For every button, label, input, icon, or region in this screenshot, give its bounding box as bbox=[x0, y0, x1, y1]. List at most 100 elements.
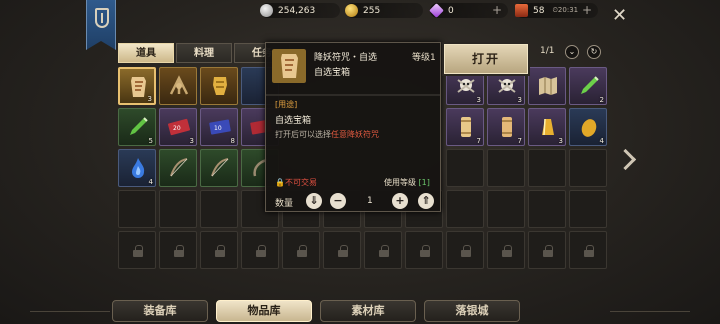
diamond-icon bbox=[429, 3, 444, 18]
lock-icon bbox=[502, 245, 512, 257]
page-indicator: 1/1 bbox=[540, 46, 555, 56]
inventory-slot[interactable] bbox=[446, 149, 484, 187]
currency-diamond: 0 + bbox=[429, 3, 508, 18]
divider bbox=[266, 94, 440, 96]
tab-material-storage[interactable]: 素材库 bbox=[320, 300, 416, 322]
chevron-down-icon[interactable]: ⌄ bbox=[565, 45, 579, 59]
inventory-slot[interactable] bbox=[446, 190, 484, 228]
gold-ingot-icon bbox=[542, 118, 554, 136]
inventory-slot[interactable] bbox=[569, 190, 607, 228]
lock-icon bbox=[379, 245, 389, 257]
gold-value: 255 bbox=[363, 5, 381, 16]
gold-coin-icon bbox=[345, 4, 358, 17]
inventory-slot[interactable]: 5 bbox=[118, 108, 156, 146]
locked-slot[interactable] bbox=[323, 231, 361, 269]
pirate-skull-icon bbox=[498, 79, 516, 93]
lock-icon bbox=[133, 245, 143, 257]
divider bbox=[30, 311, 110, 312]
inventory-slot[interactable] bbox=[487, 149, 525, 187]
close-icon[interactable]: ✕ bbox=[612, 7, 627, 25]
increase-quantity-button[interactable]: + bbox=[392, 193, 408, 209]
locked-slot[interactable] bbox=[118, 231, 156, 269]
quantity-value[interactable]: 1 bbox=[367, 196, 373, 206]
max-quantity-button[interactable]: ⇑ bbox=[418, 193, 434, 209]
map-icon bbox=[539, 77, 557, 95]
svg-text:10: 10 bbox=[214, 125, 222, 132]
lock-icon bbox=[584, 245, 594, 257]
lock-icon bbox=[256, 245, 266, 257]
quantity-label: 数量 bbox=[275, 199, 294, 209]
next-page-arrow-icon[interactable] bbox=[618, 150, 632, 174]
green-bottle-icon bbox=[130, 117, 148, 135]
scroll-roll-icon bbox=[502, 117, 512, 137]
locked-slot[interactable] bbox=[405, 231, 443, 269]
bow-icon bbox=[211, 158, 229, 177]
use-level: 使用等级 [1] bbox=[384, 178, 430, 187]
scroll-roll-icon bbox=[461, 117, 471, 137]
tab-food[interactable]: 料理 bbox=[176, 43, 232, 63]
inventory-slot[interactable]: 2 bbox=[569, 67, 607, 105]
diamond-value: 0 bbox=[448, 5, 454, 16]
tab-items[interactable]: 道具 bbox=[118, 43, 174, 63]
tab-equipment-storage[interactable]: 装备库 bbox=[112, 300, 208, 322]
lock-icon bbox=[543, 245, 553, 257]
inventory-slot[interactable]: 10 8 bbox=[200, 108, 238, 146]
inventory-slot[interactable] bbox=[528, 190, 566, 228]
lock-icon bbox=[215, 245, 225, 257]
locked-slot[interactable] bbox=[364, 231, 402, 269]
open-button[interactable]: 打开 bbox=[444, 44, 528, 74]
inventory-slot[interactable] bbox=[200, 190, 238, 228]
guild-banner[interactable] bbox=[86, 0, 116, 50]
inventory-slot[interactable] bbox=[159, 190, 197, 228]
inventory-slot[interactable]: 4 bbox=[569, 108, 607, 146]
locked-slot[interactable] bbox=[241, 231, 279, 269]
inventory-slot[interactable] bbox=[159, 149, 197, 187]
inventory-slot[interactable]: 3 bbox=[118, 67, 156, 105]
inventory-slot[interactable] bbox=[118, 190, 156, 228]
blue-ticket-icon: 10 bbox=[209, 119, 231, 135]
lock-icon bbox=[297, 245, 307, 257]
locked-slot[interactable] bbox=[282, 231, 320, 269]
currency-gold: 255 bbox=[345, 3, 423, 18]
inventory-slot[interactable] bbox=[200, 149, 238, 187]
ticket-icon bbox=[515, 4, 528, 17]
ticket-timer: ⏲20:31 bbox=[552, 6, 579, 14]
lock-icon bbox=[461, 245, 471, 257]
locked-slot[interactable] bbox=[159, 231, 197, 269]
inventory-slot[interactable] bbox=[528, 67, 566, 105]
inventory-slot[interactable]: 7 bbox=[487, 108, 525, 146]
tab-luoyin-city[interactable]: 落银城 bbox=[424, 300, 520, 322]
add-ticket-button[interactable]: + bbox=[582, 3, 592, 18]
use-text: 自选宝箱 bbox=[275, 116, 312, 126]
crest-icon bbox=[95, 8, 109, 28]
inventory-slot[interactable]: 4 bbox=[118, 149, 156, 187]
svg-text:20: 20 bbox=[173, 125, 181, 132]
tab-item-storage[interactable]: 物品库 bbox=[216, 300, 312, 322]
locked-slot[interactable] bbox=[446, 231, 484, 269]
divider bbox=[610, 311, 690, 312]
item-subtitle: 自选宝箱 bbox=[314, 68, 351, 78]
inventory-slot[interactable] bbox=[569, 149, 607, 187]
inventory-slot[interactable] bbox=[487, 190, 525, 228]
item-name: 降妖符咒・自选 bbox=[314, 53, 378, 63]
locked-slot[interactable] bbox=[200, 231, 238, 269]
inventory-slot[interactable]: 3 bbox=[528, 108, 566, 146]
min-quantity-button[interactable]: ⇓ bbox=[306, 193, 322, 209]
inventory-slot[interactable] bbox=[528, 149, 566, 187]
inventory-slot[interactable]: 20 3 bbox=[159, 108, 197, 146]
inventory-slot[interactable] bbox=[200, 67, 238, 105]
locked-slot[interactable] bbox=[487, 231, 525, 269]
inventory-slot[interactable]: 7 bbox=[446, 108, 484, 146]
refresh-icon[interactable]: ↻ bbox=[587, 45, 601, 59]
red-ticket-icon: 20 bbox=[168, 118, 190, 136]
locked-slot[interactable] bbox=[528, 231, 566, 269]
lock-icon bbox=[338, 245, 348, 257]
locked-slot[interactable] bbox=[569, 231, 607, 269]
inventory-slot[interactable] bbox=[159, 67, 197, 105]
add-diamond-button[interactable]: + bbox=[492, 3, 502, 18]
not-tradeable-label: 🔒不可交易 bbox=[275, 178, 317, 187]
silver-coin-icon bbox=[260, 4, 273, 17]
decrease-quantity-button[interactable]: − bbox=[330, 193, 346, 209]
green-bottle-icon bbox=[581, 76, 599, 94]
item-description: 打开后可以选择任意降妖符咒 bbox=[275, 130, 379, 139]
